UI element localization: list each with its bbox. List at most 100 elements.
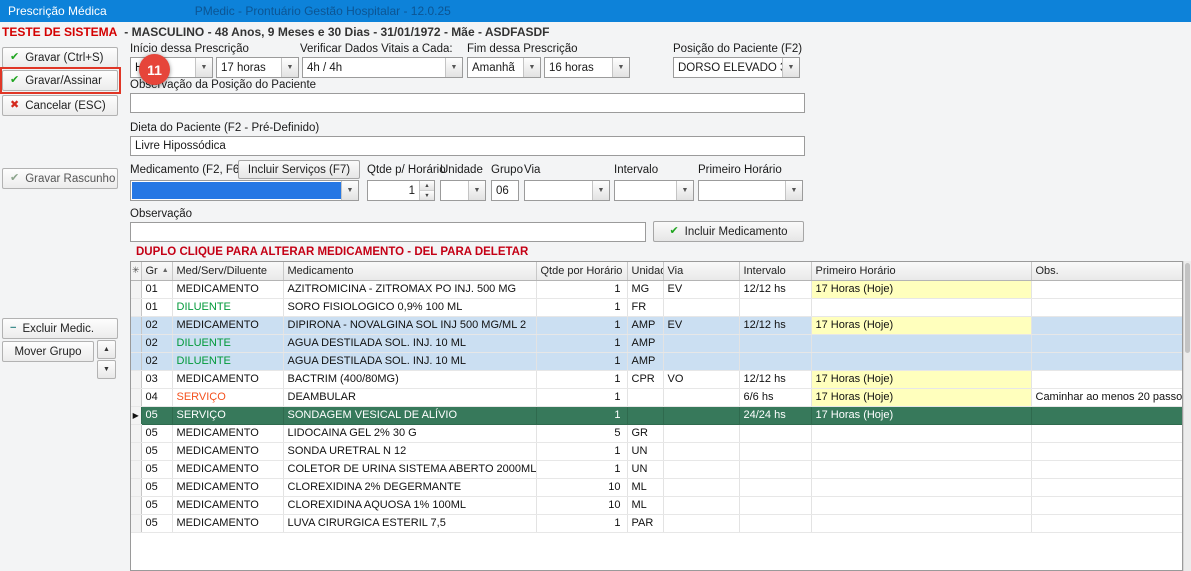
cell-obs[interactable] xyxy=(1031,460,1182,478)
cell-obs[interactable] xyxy=(1031,424,1182,442)
cell-via[interactable]: EV xyxy=(663,280,739,298)
dropdown-arrow-icon[interactable]: ▼ xyxy=(785,181,802,200)
up-arrow-icon[interactable]: ▲ xyxy=(420,181,434,191)
cell-obs[interactable] xyxy=(1031,316,1182,334)
gravar-button[interactable]: ✔ Gravar (Ctrl+S) xyxy=(2,47,118,68)
fim-dia-combo[interactable]: Amanhã ▼ xyxy=(467,57,541,78)
cell-obs[interactable] xyxy=(1031,442,1182,460)
cell-primeiro-horario[interactable] xyxy=(811,298,1031,316)
cell-primeiro-horario[interactable]: 17 Horas (Hoje) xyxy=(811,316,1031,334)
cell-tipo[interactable]: MEDICAMENTO xyxy=(172,514,283,532)
cell-via[interactable] xyxy=(663,406,739,424)
dropdown-arrow-icon[interactable]: ▼ xyxy=(195,58,212,77)
cell-qtde[interactable]: 1 xyxy=(536,370,627,388)
cell-unidade[interactable]: PAR xyxy=(627,514,663,532)
cell-intervalo[interactable]: 24/24 hs xyxy=(739,406,811,424)
cell-intervalo[interactable] xyxy=(739,298,811,316)
posicao-paciente-combo[interactable]: DORSO ELEVADO 30 G ▼ xyxy=(673,57,800,78)
cell-gr[interactable]: 02 xyxy=(141,352,172,370)
cell-qtde[interactable]: 1 xyxy=(536,316,627,334)
cell-primeiro-horario[interactable] xyxy=(811,514,1031,532)
cell-gr[interactable]: 02 xyxy=(141,316,172,334)
cell-tipo[interactable]: MEDICAMENTO xyxy=(172,478,283,496)
gravar-assinar-button[interactable]: ✔ Gravar/Assinar xyxy=(2,70,118,91)
incluir-servicos-button[interactable]: Incluir Serviços (F7) xyxy=(238,160,360,179)
cell-primeiro-horario[interactable]: 17 Horas (Hoje) xyxy=(811,280,1031,298)
cell-qtde[interactable]: 1 xyxy=(536,334,627,352)
dieta-input[interactable] xyxy=(130,136,805,156)
cell-tipo[interactable]: SERVIÇO xyxy=(172,388,283,406)
col-header-med-serv-diluente[interactable]: Med/Serv/Diluente xyxy=(172,262,283,280)
cell-obs[interactable] xyxy=(1031,370,1182,388)
table-row[interactable]: 01DILUENTESORO FISIOLOGICO 0,9% 100 ML1F… xyxy=(131,298,1182,316)
cell-via[interactable] xyxy=(663,334,739,352)
row-indicator-cell[interactable] xyxy=(131,424,141,442)
row-indicator-cell[interactable] xyxy=(131,388,141,406)
col-header-obs[interactable]: Obs. xyxy=(1031,262,1182,280)
row-indicator-cell[interactable] xyxy=(131,334,141,352)
cancelar-button[interactable]: ✖ Cancelar (ESC) xyxy=(2,95,118,116)
cell-tipo[interactable]: DILUENTE xyxy=(172,298,283,316)
scrollbar-thumb[interactable] xyxy=(1185,263,1190,353)
cell-medicamento[interactable]: DIPIRONA - NOVALGINA SOL INJ 500 MG/ML 2 xyxy=(283,316,536,334)
row-indicator-cell[interactable] xyxy=(131,370,141,388)
cell-medicamento[interactable]: CLOREXIDINA AQUOSA 1% 100ML xyxy=(283,496,536,514)
cell-intervalo[interactable] xyxy=(739,442,811,460)
row-indicator-cell[interactable]: ▶ xyxy=(131,406,141,424)
cell-gr[interactable]: 05 xyxy=(141,496,172,514)
col-header-primeiro-hor-rio[interactable]: Primeiro Horário xyxy=(811,262,1031,280)
cell-qtde[interactable]: 1 xyxy=(536,406,627,424)
row-indicator-cell[interactable] xyxy=(131,460,141,478)
cell-primeiro-horario[interactable]: 17 Horas (Hoje) xyxy=(811,370,1031,388)
cell-unidade[interactable]: UN xyxy=(627,442,663,460)
cell-medicamento[interactable]: AZITROMICINA - ZITROMAX PO INJ. 500 MG xyxy=(283,280,536,298)
cell-medicamento[interactable]: COLETOR DE URINA SISTEMA ABERTO 2000ML xyxy=(283,460,536,478)
table-row[interactable]: 04SERVIÇODEAMBULAR16/6 hs17 Horas (Hoje)… xyxy=(131,388,1182,406)
cell-intervalo[interactable]: 12/12 hs xyxy=(739,280,811,298)
cell-unidade[interactable]: UN xyxy=(627,460,663,478)
cell-via[interactable] xyxy=(663,496,739,514)
col-header-intervalo[interactable]: Intervalo xyxy=(739,262,811,280)
cell-intervalo[interactable] xyxy=(739,424,811,442)
table-row[interactable]: 05MEDICAMENTOCLOREXIDINA 2% DEGERMANTE10… xyxy=(131,478,1182,496)
cell-unidade[interactable]: AMP xyxy=(627,316,663,334)
dropdown-arrow-icon[interactable]: ▼ xyxy=(676,181,693,200)
cell-gr[interactable]: 01 xyxy=(141,298,172,316)
col-header-qtde-por-hor-rio[interactable]: Qtde por Horário xyxy=(536,262,627,280)
cell-gr[interactable]: 01 xyxy=(141,280,172,298)
cell-tipo[interactable]: MEDICAMENTO xyxy=(172,316,283,334)
row-indicator-cell[interactable] xyxy=(131,514,141,532)
cell-medicamento[interactable]: CLOREXIDINA 2% DEGERMANTE xyxy=(283,478,536,496)
unidade-combo[interactable]: ▼ xyxy=(440,180,486,201)
dropdown-arrow-icon[interactable]: ▼ xyxy=(468,181,485,200)
col-header-via[interactable]: Via xyxy=(663,262,739,280)
primeiro-horario-combo[interactable]: ▼ xyxy=(698,180,803,201)
cell-unidade[interactable]: AMP xyxy=(627,352,663,370)
cell-via[interactable] xyxy=(663,514,739,532)
cell-gr[interactable]: 04 xyxy=(141,388,172,406)
cell-intervalo[interactable]: 6/6 hs xyxy=(739,388,811,406)
vertical-scrollbar[interactable] xyxy=(1183,261,1191,571)
cell-qtde[interactable]: 1 xyxy=(536,388,627,406)
cell-qtde[interactable]: 5 xyxy=(536,424,627,442)
cell-unidade[interactable]: GR xyxy=(627,424,663,442)
cell-via[interactable] xyxy=(663,298,739,316)
cell-qtde[interactable]: 1 xyxy=(536,352,627,370)
fim-hora-combo[interactable]: 16 horas ▼ xyxy=(544,57,630,78)
cell-qtde[interactable]: 10 xyxy=(536,478,627,496)
cell-obs[interactable] xyxy=(1031,298,1182,316)
move-group-down-button[interactable]: ▼ xyxy=(97,360,116,379)
cell-primeiro-horario[interactable] xyxy=(811,424,1031,442)
cell-medicamento[interactable]: SONDAGEM VESICAL DE ALÍVIO xyxy=(283,406,536,424)
cell-primeiro-horario[interactable] xyxy=(811,352,1031,370)
cell-primeiro-horario[interactable] xyxy=(811,334,1031,352)
cell-tipo[interactable]: MEDICAMENTO xyxy=(172,424,283,442)
dropdown-arrow-icon[interactable]: ▼ xyxy=(281,58,298,77)
observacao-input[interactable] xyxy=(130,222,646,242)
move-group-up-button[interactable]: ▲ xyxy=(97,340,116,359)
qtde-stepper[interactable]: 1 ▲ ▼ xyxy=(367,180,435,201)
dropdown-arrow-icon[interactable]: ▼ xyxy=(341,181,358,200)
cell-gr[interactable]: 05 xyxy=(141,478,172,496)
table-row[interactable]: 05MEDICAMENTOCOLETOR DE URINA SISTEMA AB… xyxy=(131,460,1182,478)
dropdown-arrow-icon[interactable]: ▼ xyxy=(445,58,462,77)
